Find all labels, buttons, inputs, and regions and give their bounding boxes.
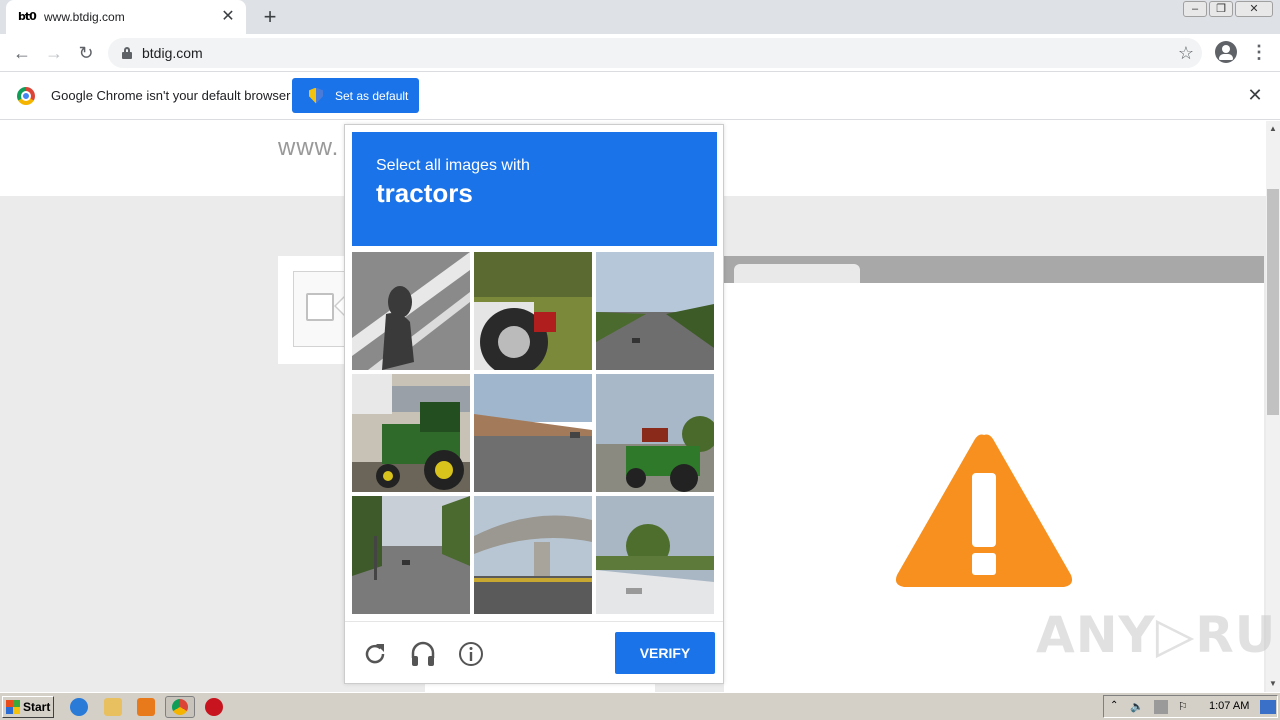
shield-icon	[309, 87, 323, 104]
captcha-instruction: Select all images with	[376, 157, 530, 174]
captcha-tile-green-tractor[interactable]	[352, 374, 470, 492]
warning-icon	[895, 434, 1073, 587]
reload-challenge-icon[interactable]	[361, 640, 389, 668]
page-url-heading: www.	[278, 134, 340, 161]
verify-button[interactable]: VERIFY	[615, 632, 715, 674]
anyrun-watermark: ANY▷RUN	[1036, 606, 1280, 664]
captcha-image-grid	[352, 252, 718, 618]
network-icon[interactable]	[1154, 700, 1168, 714]
infobar-message: Google Chrome isn't your default browser	[51, 88, 291, 103]
chrome-logo-icon	[17, 87, 35, 105]
captcha-tile-tractor-field[interactable]	[596, 374, 714, 492]
site-favicon: bt0	[18, 10, 37, 23]
set-as-default-label: Set as default	[335, 88, 409, 103]
scroll-up-arrow-icon[interactable]: ▲	[1266, 121, 1280, 137]
action-center-flag-icon[interactable]: ⚐	[1178, 700, 1192, 714]
scroll-thumb[interactable]	[1267, 189, 1279, 415]
media-player-icon[interactable]	[137, 698, 155, 716]
url-text: btdig.com	[142, 45, 203, 61]
start-label: Start	[23, 700, 51, 714]
captcha-tile-warehouse-lot[interactable]	[474, 374, 592, 492]
browser-toolbar: ← → ↻ btdig.com ☆	[0, 34, 1280, 72]
show-desktop-icon[interactable]	[1260, 700, 1276, 714]
captcha-tile-road-shadow[interactable]	[352, 252, 470, 370]
captcha-target-word: tractors	[376, 178, 473, 208]
internet-explorer-icon[interactable]	[70, 698, 88, 716]
recaptcha-challenge: Select all images with tractors VERIFY	[344, 124, 724, 684]
scroll-down-arrow-icon[interactable]: ▼	[1266, 676, 1280, 692]
challenge-checkbox[interactable]	[306, 293, 334, 321]
tab-close-icon[interactable]: ✕	[220, 9, 236, 25]
audio-challenge-icon[interactable]	[409, 640, 437, 668]
browser-tab[interactable]: bt0 www.btdig.com ✕	[6, 0, 246, 34]
profile-icon[interactable]	[1215, 41, 1237, 63]
bookmark-star-icon[interactable]: ☆	[1178, 43, 1194, 63]
opera-icon[interactable]	[205, 698, 223, 716]
captcha-header: Select all images with tractors	[352, 132, 717, 246]
captcha-tile-city-street[interactable]	[352, 496, 470, 614]
window-close-button[interactable]: ✕	[1235, 1, 1273, 17]
windows-taskbar: Start ⌃ 🔈 ⚐ 1:07 AM	[0, 692, 1280, 720]
file-explorer-icon[interactable]	[104, 698, 122, 716]
address-bar[interactable]: btdig.com ☆	[108, 38, 1202, 68]
start-button[interactable]: Start	[2, 696, 54, 718]
new-tab-button[interactable]: +	[258, 6, 282, 30]
captcha-tile-overpass[interactable]	[474, 496, 592, 614]
menu-kebab-icon[interactable]: ⋮	[1250, 40, 1268, 64]
lock-icon[interactable]	[122, 47, 132, 59]
captcha-tile-street-houses[interactable]	[596, 252, 714, 370]
system-tray: ⌃ 🔈 ⚐ 1:07 AM	[1103, 695, 1278, 718]
restore-button[interactable]: ❐	[1209, 1, 1233, 17]
captcha-tile-tree-rooftop[interactable]	[596, 496, 714, 614]
default-browser-infobar: Google Chrome isn't your default browser…	[0, 72, 1280, 120]
minimize-button[interactable]: ‒	[1183, 1, 1207, 17]
clock[interactable]: 1:07 AM	[1209, 700, 1249, 712]
captcha-footer: VERIFY	[345, 621, 723, 684]
illustration-browser-tab	[734, 264, 860, 284]
tray-expand-icon[interactable]: ⌃	[1110, 700, 1124, 714]
back-arrow-icon[interactable]: ←	[9, 40, 35, 66]
reload-icon[interactable]: ↻	[73, 40, 99, 66]
infobar-close-icon[interactable]: ✕	[1247, 86, 1263, 104]
tab-strip: bt0 www.btdig.com ✕ + ‒ ❐ ✕	[0, 0, 1280, 34]
chrome-icon	[172, 699, 188, 715]
chrome-taskbar-button[interactable]	[165, 696, 195, 718]
windows-logo-icon	[6, 700, 20, 714]
forward-arrow-icon[interactable]: →	[41, 40, 67, 66]
info-icon[interactable]	[457, 640, 485, 668]
captcha-tile-tractor-wheel[interactable]	[474, 252, 592, 370]
volume-icon[interactable]: 🔈	[1130, 700, 1144, 714]
set-as-default-button[interactable]: Set as default	[292, 78, 419, 113]
tab-title: www.btdig.com	[44, 10, 125, 24]
